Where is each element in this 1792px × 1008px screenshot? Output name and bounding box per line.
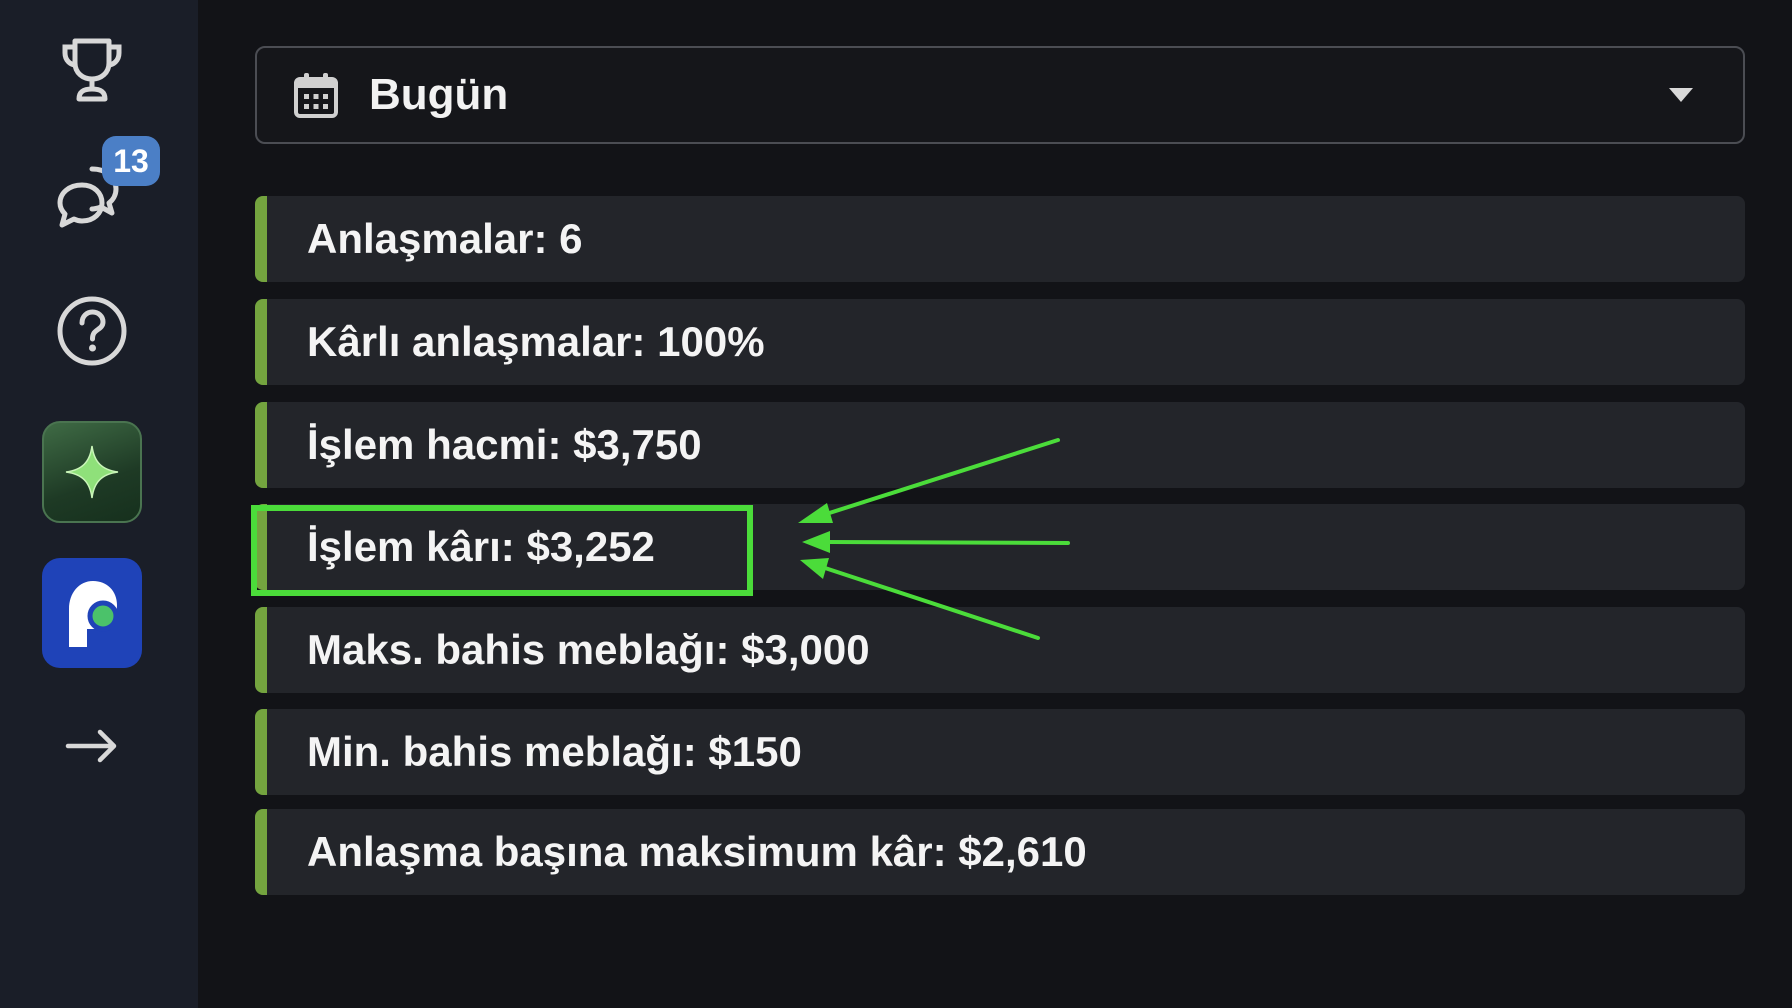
stat-row-trade-volume: İşlem hacmi: $3,750: [255, 402, 1745, 488]
stat-profitable-deals-text: Kârlı anlaşmalar: 100%: [307, 318, 765, 365]
trophy-icon: [57, 35, 127, 105]
stat-min-bet-text: Min. bahis meblağı: $150: [307, 728, 802, 775]
stat-max-profit-per-deal-text: Anlaşma başına maksimum kâr: $2,610: [307, 828, 1087, 875]
stat-accent-bar: [255, 402, 267, 488]
stat-row-max-profit-per-deal: Anlaşma başına maksimum kâr: $2,610: [255, 809, 1745, 895]
stat-max-bet-text: Maks. bahis meblağı: $3,000: [307, 626, 870, 673]
ai-assistant-button[interactable]: [42, 421, 142, 523]
app-window: 13 Bugün Anlaşmalar: 6 Kârlı anlaşmalar:…: [0, 0, 1792, 1008]
notification-badge: 13: [102, 136, 160, 186]
stat-deals-text: Anlaşmalar: 6: [307, 215, 583, 262]
help-button[interactable]: [42, 290, 142, 372]
chevron-down-icon: [1669, 88, 1693, 102]
stat-trade-volume-text: İşlem hacmi: $3,750: [307, 421, 702, 468]
stat-accent-bar: [255, 196, 267, 282]
sidebar: 13: [0, 0, 198, 1008]
stat-accent-bar: [255, 809, 267, 895]
stat-accent-bar: [255, 299, 267, 385]
stat-accent-bar: [255, 607, 267, 693]
stat-row-profitable-deals: Kârlı anlaşmalar: 100%: [255, 299, 1745, 385]
trophy-button[interactable]: [42, 30, 142, 110]
date-range-dropdown[interactable]: Bugün: [255, 46, 1745, 144]
sparkle-icon: [62, 442, 122, 502]
expand-sidebar-button[interactable]: [42, 718, 142, 774]
stat-row-min-bet: Min. bahis meblağı: $150: [255, 709, 1745, 795]
calendar-icon: [293, 71, 339, 119]
stat-row-max-bet: Maks. bahis meblağı: $3,000: [255, 607, 1745, 693]
stat-accent-bar: [255, 709, 267, 795]
stat-row-deals: Anlaşmalar: 6: [255, 196, 1745, 282]
app-logo-icon: [59, 575, 125, 651]
date-range-value: Bugün: [369, 70, 509, 119]
stat-trade-profit-text: İşlem kârı: $3,252: [307, 523, 655, 570]
stat-row-trade-profit: İşlem kârı: $3,252: [255, 504, 1745, 590]
stat-accent-bar: [255, 504, 267, 590]
help-circle-icon: [55, 294, 129, 368]
app-logo-button[interactable]: [42, 558, 142, 668]
arrow-right-icon: [62, 726, 122, 766]
